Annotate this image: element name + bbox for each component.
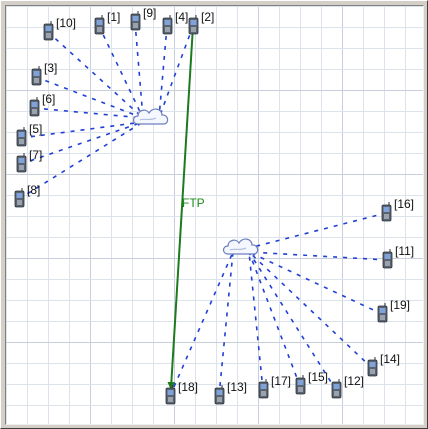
- grid-lines: [6, 6, 423, 424]
- app-window: FTP [1] [2] [3] [4] [5] [6] [7] [8] [9] [10] [11][…: [0, 0, 428, 429]
- wireless-link: [248, 212, 387, 249]
- node-label: [17]: [271, 374, 291, 388]
- wireless-link: [33, 107, 144, 119]
- node-label: [15]: [308, 370, 328, 384]
- wireless-link: [47, 31, 144, 119]
- mobile-node[interactable]: [12]: [331, 374, 364, 399]
- wireless-link: [248, 251, 383, 315]
- mobile-nodes: [1] [2] [3] [4] [5] [6] [7] [8] [9] [10] [11] [12] […: [14, 6, 414, 405]
- node-label: [5]: [29, 122, 42, 136]
- wireless-link: [248, 251, 373, 369]
- mobile-node[interactable]: [4]: [162, 10, 188, 35]
- mobile-node-icon: [214, 385, 225, 405]
- node-label: [7]: [29, 148, 42, 162]
- mobile-node-icon: [14, 188, 25, 208]
- node-label: [3]: [44, 61, 57, 75]
- mobile-node[interactable]: [11]: [382, 244, 414, 269]
- mobile-node[interactable]: [17]: [258, 374, 291, 399]
- mobile-node-icon: [43, 21, 54, 41]
- mobile-node-icon: [162, 15, 173, 35]
- mobile-node[interactable]: [1]: [94, 10, 120, 35]
- mobile-node-icon: [377, 303, 388, 323]
- mobile-node-icon: [130, 11, 141, 31]
- mobile-node[interactable]: [2]: [188, 10, 214, 35]
- mobile-node-icon: [188, 15, 199, 35]
- mobile-node-icon: [165, 385, 176, 405]
- node-label: [18]: [178, 380, 198, 394]
- node-label: [10]: [56, 16, 76, 30]
- mobile-node-icon: [367, 357, 378, 377]
- mobile-node[interactable]: [5]: [16, 122, 42, 147]
- mobile-node[interactable]: [6]: [29, 92, 55, 117]
- mobile-node-icon: [31, 66, 42, 86]
- node-label: [9]: [143, 6, 156, 20]
- node-label: [4]: [175, 10, 188, 24]
- node-label: [11]: [395, 244, 414, 258]
- node-label: [1]: [107, 10, 120, 24]
- wireless-link: [248, 251, 301, 387]
- cloud-icon: [222, 238, 259, 255]
- mobile-node-icon: [94, 15, 105, 35]
- mobile-node[interactable]: [7]: [16, 148, 42, 173]
- mobile-node-icon: [382, 249, 393, 269]
- wireless-link: [218, 251, 234, 397]
- mobile-node[interactable]: [16]: [381, 197, 414, 222]
- wireless-link: [169, 251, 234, 397]
- mobile-node[interactable]: [9]: [130, 6, 156, 31]
- node-label: [6]: [42, 92, 55, 106]
- mobile-node-icon: [331, 379, 342, 399]
- node-label: [14]: [380, 352, 400, 366]
- node-label: [16]: [394, 197, 414, 211]
- mobile-node-icon: [16, 127, 27, 147]
- wireless-link: [98, 25, 144, 119]
- mobile-node[interactable]: [3]: [31, 61, 57, 86]
- mobile-node-icon: [29, 97, 40, 117]
- network-diagram: FTP [1] [2][3][4][5][6][7][8][9][10][11][…: [6, 6, 423, 424]
- ftp-flow: FTP: [167, 25, 205, 390]
- node-label: [2]: [201, 10, 214, 24]
- mobile-node-icon: [16, 153, 27, 173]
- node-label: [13]: [227, 380, 247, 394]
- wireless-link: [158, 25, 168, 119]
- node-label: [12]: [344, 374, 364, 388]
- node-label: [19]: [390, 298, 410, 312]
- mobile-node-icon: [295, 375, 306, 395]
- node-label: [8]: [27, 183, 40, 197]
- mobile-node-icon: [258, 379, 269, 399]
- network-canvas: FTP [1] [2] [3] [4] [5] [6] [7] [8] [9] [10] [11][…: [5, 5, 424, 425]
- mobile-node-icon: [381, 202, 392, 222]
- ftp-flow-label: FTP: [182, 196, 205, 210]
